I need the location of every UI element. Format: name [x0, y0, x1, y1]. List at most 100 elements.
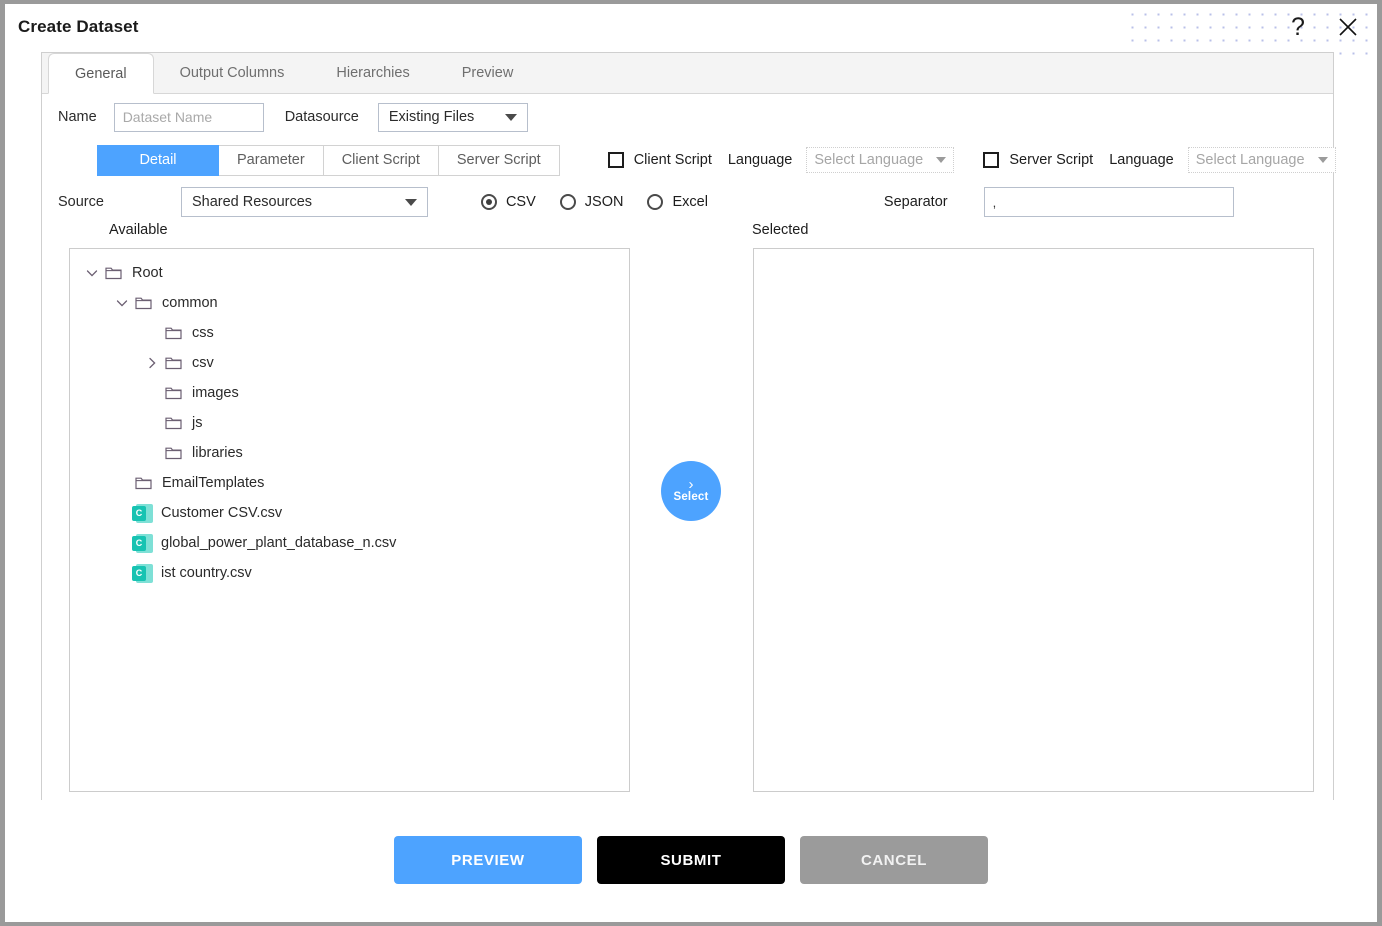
- page-title: Create Dataset: [18, 17, 139, 36]
- format-label-csv: CSV: [505, 194, 536, 210]
- dataset-card: General Output Columns Hierarchies Previ…: [41, 52, 1336, 800]
- detail-segmented-tabs: Detail Parameter Client Script Server Sc…: [97, 144, 560, 176]
- subtab-client-script[interactable]: Client Script: [323, 144, 439, 176]
- client-script-checkbox[interactable]: [607, 152, 624, 168]
- tree-node-label: css: [192, 325, 214, 341]
- chevron-right-icon: [149, 357, 156, 369]
- subtab-detail[interactable]: Detail: [97, 144, 219, 176]
- tree-node-js[interactable]: js: [70, 408, 629, 438]
- tree-node-images[interactable]: images: [70, 378, 629, 408]
- tree-node-emailtemplates[interactable]: EmailTemplates: [70, 468, 629, 498]
- available-label: Available: [109, 222, 168, 238]
- tree-twisty-spacer: [142, 383, 162, 403]
- tree-node-ist-country-csv[interactable]: Cist country.csv: [70, 558, 629, 588]
- format-label-excel: Excel: [672, 194, 708, 210]
- radio-indicator-csv: [480, 194, 497, 210]
- folder-icon: [164, 387, 182, 400]
- tree-node-label: ist country.csv: [161, 565, 252, 581]
- format-radio-csv[interactable]: CSV: [480, 194, 536, 210]
- tree-node-label: js: [192, 415, 203, 431]
- tree-twisty-spacer: [112, 563, 132, 583]
- source-select[interactable]: Shared Resources: [180, 187, 428, 217]
- tree-twisty-spacer: [112, 473, 132, 493]
- tree-node-label: libraries: [192, 445, 243, 461]
- source-label: Source: [58, 194, 104, 210]
- format-label-json: JSON: [584, 194, 624, 210]
- tab-general[interactable]: General: [48, 53, 154, 94]
- folder-icon: [162, 416, 184, 430]
- tree-twisty-expanded[interactable]: [82, 263, 102, 283]
- csv-file-icon: C: [132, 503, 153, 523]
- tree-node-libraries[interactable]: libraries: [70, 438, 629, 468]
- cancel-button[interactable]: CANCEL: [800, 836, 988, 884]
- server-script-checkbox[interactable]: [983, 152, 1000, 168]
- tree-node-global-power-plant-database-n-csv[interactable]: Cglobal_power_plant_database_n.csv: [70, 528, 629, 558]
- detail-toolbar: Detail Parameter Client Script Server Sc…: [42, 144, 1336, 176]
- tab-preview[interactable]: Preview: [436, 53, 540, 93]
- tab-output-columns[interactable]: Output Columns: [154, 53, 311, 93]
- tree-node-csv[interactable]: csv: [70, 348, 629, 378]
- format-radio-excel[interactable]: Excel: [647, 194, 708, 210]
- folder-icon: [134, 477, 152, 490]
- datasource-selected-value: Existing Files: [388, 109, 475, 125]
- tree-node-css[interactable]: css: [70, 318, 629, 348]
- select-button[interactable]: › Select: [661, 461, 721, 521]
- tree-node-customer-csv-csv[interactable]: C Customer CSV.csv: [70, 498, 629, 528]
- folder-icon: [164, 327, 182, 340]
- tree-node-common[interactable]: common: [70, 288, 629, 318]
- name-row: Name Datasource Existing Files: [42, 94, 1333, 140]
- help-icon: ?: [1291, 12, 1305, 41]
- csv-file-icon: C: [132, 533, 153, 553]
- transfer-labels: Available Selected: [42, 222, 1333, 244]
- source-selected-value: Shared Resources: [191, 194, 313, 210]
- chevron-right-icon: ›: [688, 476, 694, 493]
- format-radio-json[interactable]: JSON: [559, 194, 624, 210]
- help-button[interactable]: ?: [1283, 10, 1313, 44]
- folder-icon: [164, 357, 182, 370]
- separator-input[interactable]: [983, 187, 1234, 217]
- general-tab-panel: Name Datasource Existing Files Detail Pa…: [42, 94, 1336, 800]
- close-icon: [1339, 18, 1357, 36]
- separator-label: Separator: [883, 194, 948, 210]
- available-files-panel[interactable]: Root common css csv images js libraries EmailTe…: [69, 248, 630, 792]
- chevron-down-icon: [1317, 157, 1328, 163]
- source-row: Source Shared Resources CSV JSON Excel S…: [42, 182, 1333, 222]
- main-tabstrip: General Output Columns Hierarchies Previ…: [42, 53, 1333, 94]
- tab-hierarchies[interactable]: Hierarchies: [310, 53, 435, 93]
- folder-icon: [162, 386, 184, 400]
- chevron-down-icon: [936, 157, 947, 163]
- server-language-label: Language: [1109, 152, 1174, 168]
- file-tree: Root common css csv images js libraries EmailTe…: [70, 249, 629, 588]
- datasource-select[interactable]: Existing Files: [377, 102, 528, 132]
- preview-button[interactable]: PREVIEW: [394, 836, 582, 884]
- radio-indicator-json: [559, 194, 576, 210]
- tree-node-root[interactable]: Root: [70, 258, 629, 288]
- dialog-footer: PREVIEW SUBMIT CANCEL: [0, 836, 1382, 884]
- format-radio-group: CSV JSON Excel: [480, 194, 708, 210]
- folder-icon: [132, 296, 154, 310]
- server-language-select[interactable]: Select Language: [1187, 147, 1336, 173]
- dialog-titlebar: Create Dataset ?: [5, 4, 1377, 52]
- subtab-parameter[interactable]: Parameter: [219, 144, 324, 176]
- client-script-label: Client Script: [633, 152, 712, 168]
- server-language-value: Select Language: [1195, 152, 1305, 168]
- subtab-server-script[interactable]: Server Script: [438, 144, 560, 176]
- tree-node-label: Customer CSV.csv: [161, 505, 283, 521]
- client-language-select[interactable]: Select Language: [806, 147, 955, 173]
- tree-twisty-expanded[interactable]: [112, 293, 132, 313]
- tree-twisty-spacer: [112, 533, 132, 553]
- close-button[interactable]: [1333, 10, 1363, 44]
- submit-button[interactable]: SUBMIT: [597, 836, 785, 884]
- selected-files-panel[interactable]: [753, 248, 1314, 792]
- select-button-label: Select: [673, 491, 709, 503]
- tree-node-label: EmailTemplates: [162, 475, 265, 491]
- chevron-down-icon: [404, 198, 417, 206]
- folder-icon: [162, 326, 184, 340]
- tree-twisty-collapsed[interactable]: [142, 353, 162, 373]
- dataset-name-input[interactable]: [113, 102, 264, 132]
- folder-icon: [162, 356, 184, 370]
- datasource-label: Datasource: [284, 109, 359, 125]
- client-language-value: Select Language: [814, 152, 924, 168]
- folder-icon: [164, 417, 182, 430]
- tree-node-label: csv: [192, 355, 214, 371]
